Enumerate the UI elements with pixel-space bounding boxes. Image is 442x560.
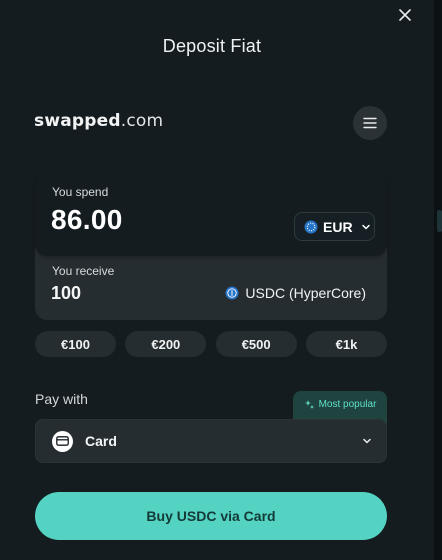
buy-button[interactable]: Buy USDC via Card: [35, 492, 387, 540]
preset-button[interactable]: €1k: [305, 331, 387, 357]
spend-amount-input[interactable]: 86.00: [51, 204, 123, 236]
close-button[interactable]: [396, 6, 414, 24]
currency-selector[interactable]: EUR: [294, 212, 375, 241]
pay-with-label: Pay with: [35, 391, 88, 407]
receive-token-name: USDC (HyperCore): [245, 285, 366, 301]
preset-button[interactable]: €500: [215, 331, 297, 357]
payment-method-label: Card: [85, 433, 117, 449]
credit-card-icon: [52, 430, 73, 452]
brand-logo: swapped.com: [34, 111, 163, 131]
modal-title: Deposit Fiat: [162, 36, 262, 56]
payment-method-select[interactable]: Card: [35, 419, 387, 463]
deposit-fiat-modal: Deposit Fiat swapped.com You spend 86.00…: [0, 0, 434, 560]
brand-domain: .com: [120, 111, 164, 131]
currency-code: EUR: [323, 218, 353, 235]
brand-name: swapped: [34, 111, 121, 131]
background-edge: [434, 0, 442, 560]
close-icon: [399, 9, 411, 21]
background-scrollbar: [437, 210, 442, 232]
menu-button[interactable]: [353, 106, 387, 140]
usdc-coin-icon: [225, 286, 239, 300]
hamburger-menu-icon: [363, 117, 377, 129]
sparkle-icon: [304, 400, 314, 409]
preset-button[interactable]: €200: [125, 331, 207, 357]
amount-presets: €100 €200 €500 €1k: [35, 331, 387, 357]
chevron-down-icon: [363, 438, 371, 444]
most-popular-text: Most popular: [318, 399, 377, 410]
receive-label: You receive: [52, 264, 115, 278]
receive-amount: 100: [51, 283, 82, 303]
euro-coin-icon: [304, 220, 318, 233]
spend-card: You spend 86.00 EUR: [35, 173, 387, 256]
preset-button[interactable]: €100: [35, 331, 116, 357]
receive-token: USDC (HyperCore): [225, 285, 366, 301]
chevron-down-icon: [361, 224, 370, 229]
spend-label: You spend: [52, 185, 109, 199]
